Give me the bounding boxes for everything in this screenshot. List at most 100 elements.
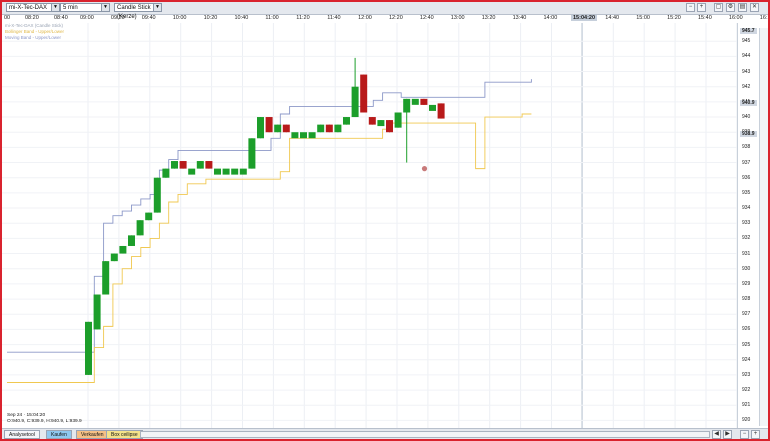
horizontal-scrollbar[interactable]	[140, 431, 710, 438]
price-label: 925	[742, 341, 751, 348]
analysis-tool-button[interactable]: Analysetool	[4, 430, 40, 439]
vertical-scrollbar[interactable]	[759, 28, 768, 426]
price-label: 920	[742, 417, 751, 424]
candle-down	[368, 117, 376, 125]
price-label: 931	[742, 250, 751, 257]
candle-up	[248, 138, 256, 169]
minus-icon: −	[742, 431, 747, 437]
candle-down	[437, 103, 445, 119]
price-label: 921	[742, 402, 751, 409]
candle-down	[420, 98, 428, 105]
analysis-tool-label: Analysetool	[9, 432, 35, 438]
candle-down	[360, 74, 368, 113]
time-label: 08:20	[25, 15, 39, 21]
time-label: 09:20	[110, 15, 125, 21]
candle-down	[282, 124, 290, 133]
candle-up	[317, 124, 325, 133]
price-label: 926	[742, 326, 751, 333]
chevron-down-icon: ▼	[101, 4, 109, 11]
candle-up	[239, 168, 247, 175]
price-highlight-label: 945.7	[740, 27, 757, 34]
price-label: 929	[742, 280, 751, 287]
sell-button[interactable]: Verkaufen	[76, 430, 109, 439]
candle-up	[214, 168, 221, 175]
settings-button[interactable]: ⚙	[726, 3, 735, 12]
price-label: 942	[742, 83, 751, 90]
price-label: 933	[742, 220, 751, 227]
time-label: 15:20	[667, 15, 681, 21]
price-label: 930	[742, 265, 751, 272]
price-label: 923	[742, 371, 751, 378]
candle-down	[179, 161, 187, 169]
scroll-left-button[interactable]: ◀	[712, 430, 721, 439]
zoom-in-button[interactable]: +	[697, 3, 706, 12]
zoom-out-button[interactable]: −	[686, 3, 695, 12]
zoom-in-x-button[interactable]: +	[751, 430, 760, 439]
candle-up	[136, 220, 144, 236]
scroll-right-button[interactable]: ▶	[723, 430, 732, 439]
chevron-down-icon: ▼	[153, 4, 161, 11]
chevron-left-icon: ◀	[714, 431, 719, 437]
candle-up	[291, 132, 299, 139]
time-label: 14:00	[543, 15, 558, 21]
candle-up	[231, 168, 239, 175]
candle-up	[334, 124, 342, 133]
print-button[interactable]: ▤	[738, 3, 747, 12]
candle-up	[85, 321, 92, 375]
price-label: 934	[742, 205, 751, 212]
candle-up	[411, 98, 419, 105]
price-label: 927	[742, 311, 751, 318]
chart-window: mi-X-Tec-DAX ▼ 5 min ▼ Candle Stick (Ker…	[0, 0, 770, 441]
time-label: 14:40	[605, 15, 620, 21]
candle-up	[145, 212, 153, 221]
print-icon: ▤	[739, 4, 746, 10]
buy-label: Kaufen	[51, 432, 67, 438]
candle-up	[429, 104, 436, 111]
price-label: 943	[742, 68, 751, 75]
candle-up	[257, 117, 264, 139]
time-label: 13:00	[450, 15, 465, 21]
time-label: 15:40	[698, 15, 712, 21]
time-label: 15:00	[636, 15, 650, 21]
time-label: 09:00	[80, 15, 94, 21]
zoom-out-x-button[interactable]: −	[740, 430, 749, 439]
bottom-toolbar: Analysetool Kaufen Verkaufen Box ceilips…	[2, 428, 768, 439]
chevron-down-icon: ▼	[51, 4, 59, 11]
candle-up	[153, 177, 161, 213]
time-label: 08:40	[54, 15, 68, 21]
window-button[interactable]: ▢	[714, 3, 723, 12]
price-label: 924	[742, 356, 751, 363]
current-time-label: 15:04:20	[571, 15, 598, 21]
time-label: 09:40	[141, 15, 156, 21]
candle-up	[119, 245, 127, 254]
candle-down	[325, 124, 333, 133]
time-label: 13:20	[481, 15, 496, 21]
candle-up	[171, 161, 178, 169]
box-ellipse-button[interactable]: Box ceilipse	[106, 430, 143, 439]
info-ohlc: O:940.9, C:939.9, H:940.9, L:939.9	[7, 419, 82, 424]
time-label: 12:00	[358, 15, 372, 21]
time-label: 11:00	[265, 15, 279, 21]
price-marker	[421, 166, 428, 172]
price-label: 945	[742, 38, 751, 45]
buy-button[interactable]: Kaufen	[46, 430, 72, 439]
time-label: 16:20	[759, 15, 768, 21]
chart-style-select[interactable]: Candle Stick (Kerze) ▼	[114, 3, 162, 20]
instrument-select[interactable]: mi-X-Tec-DAX ▼	[6, 3, 60, 12]
candle-up	[110, 253, 118, 262]
window-icon: ▢	[715, 4, 722, 10]
interval-select[interactable]: 5 min ▼	[60, 3, 110, 12]
price-label: 936	[742, 174, 751, 181]
time-label: 10:40	[234, 15, 249, 21]
candle-up	[93, 294, 101, 330]
price-plot[interactable]	[2, 23, 737, 428]
candle-up	[300, 132, 307, 139]
candle-up	[222, 168, 230, 175]
time-label: 12:40	[419, 15, 434, 21]
price-highlight-label: 938.9	[740, 130, 757, 137]
box-ellipse-label: Box ceilipse	[111, 432, 138, 438]
time-axis: 00 08:20 08:40 09:00 09:20 09:40 10:00 10:20…	[2, 14, 768, 23]
time-label: 10:20	[203, 15, 218, 21]
price-label: 944	[742, 53, 751, 60]
close-button[interactable]: ✕	[750, 3, 759, 12]
